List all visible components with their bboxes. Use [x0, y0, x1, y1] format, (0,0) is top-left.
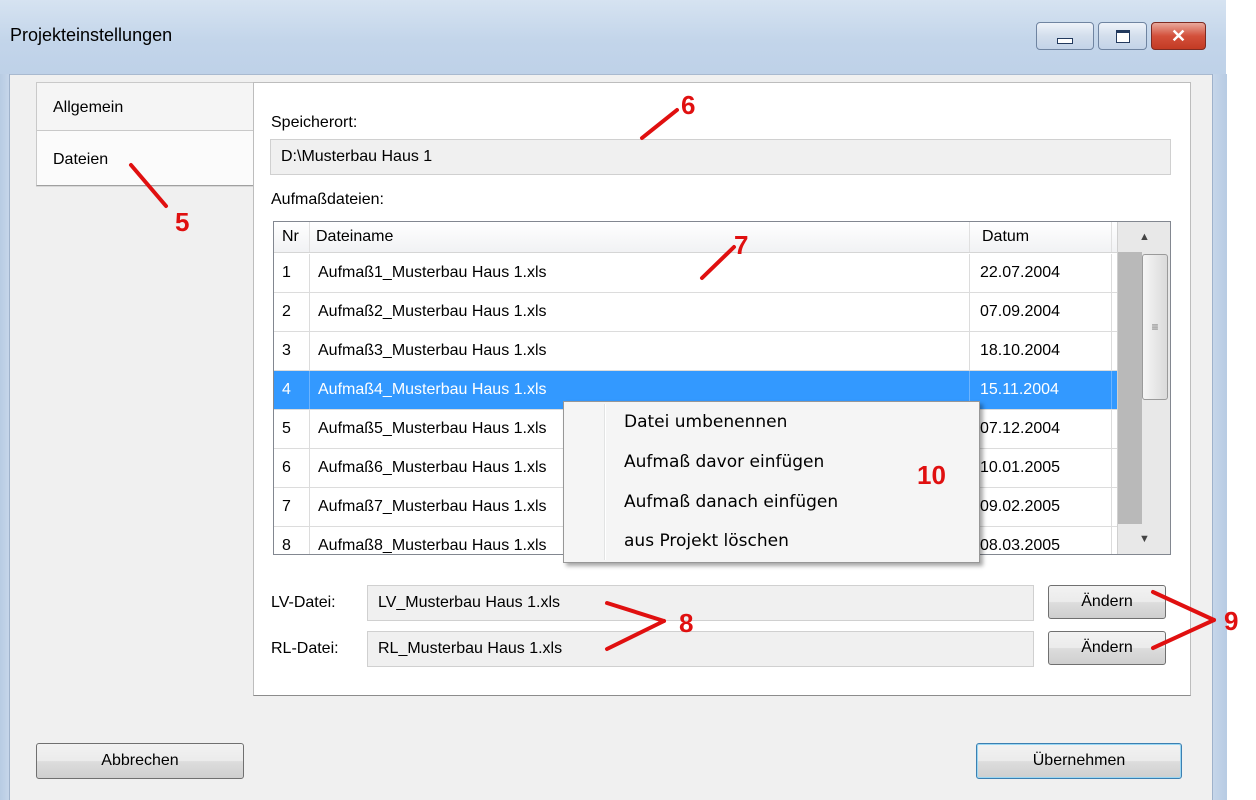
annotation-line-8a: [605, 601, 666, 623]
annotation-line-7: [700, 245, 736, 280]
annotation-line-9b: [1151, 618, 1216, 650]
annotation-line-9a: [1151, 590, 1216, 622]
annotation-5: 5: [175, 207, 190, 237]
annotation-9: 9: [1224, 606, 1239, 636]
annotation-10: 10: [917, 460, 946, 490]
annotation-line-6: [640, 108, 679, 140]
annotation-6: 6: [681, 90, 696, 120]
annotation-8: 8: [679, 608, 694, 638]
annotation-overlay: [129, 108, 1216, 651]
annotation-7: 7: [734, 230, 749, 260]
annotation-line-5: [129, 163, 168, 208]
annotation-line-8b: [605, 619, 666, 651]
